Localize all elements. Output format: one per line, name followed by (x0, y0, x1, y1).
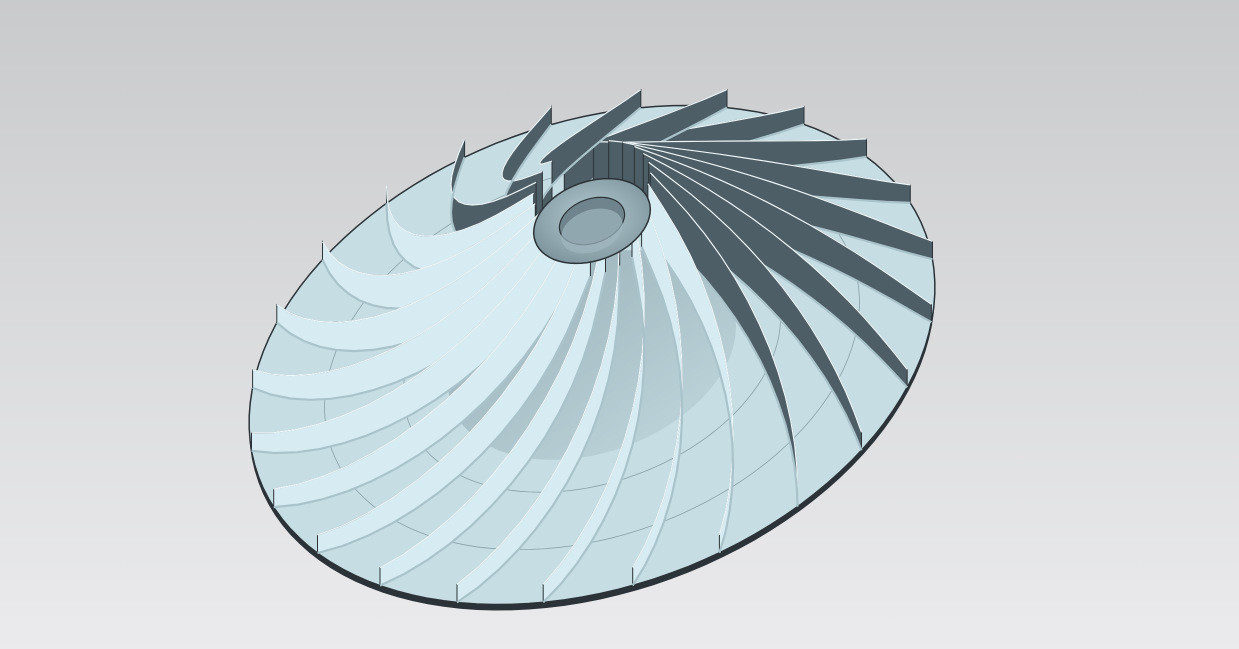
cad-3d-viewport[interactable] (0, 0, 1239, 649)
impeller-model[interactable] (0, 0, 1239, 649)
